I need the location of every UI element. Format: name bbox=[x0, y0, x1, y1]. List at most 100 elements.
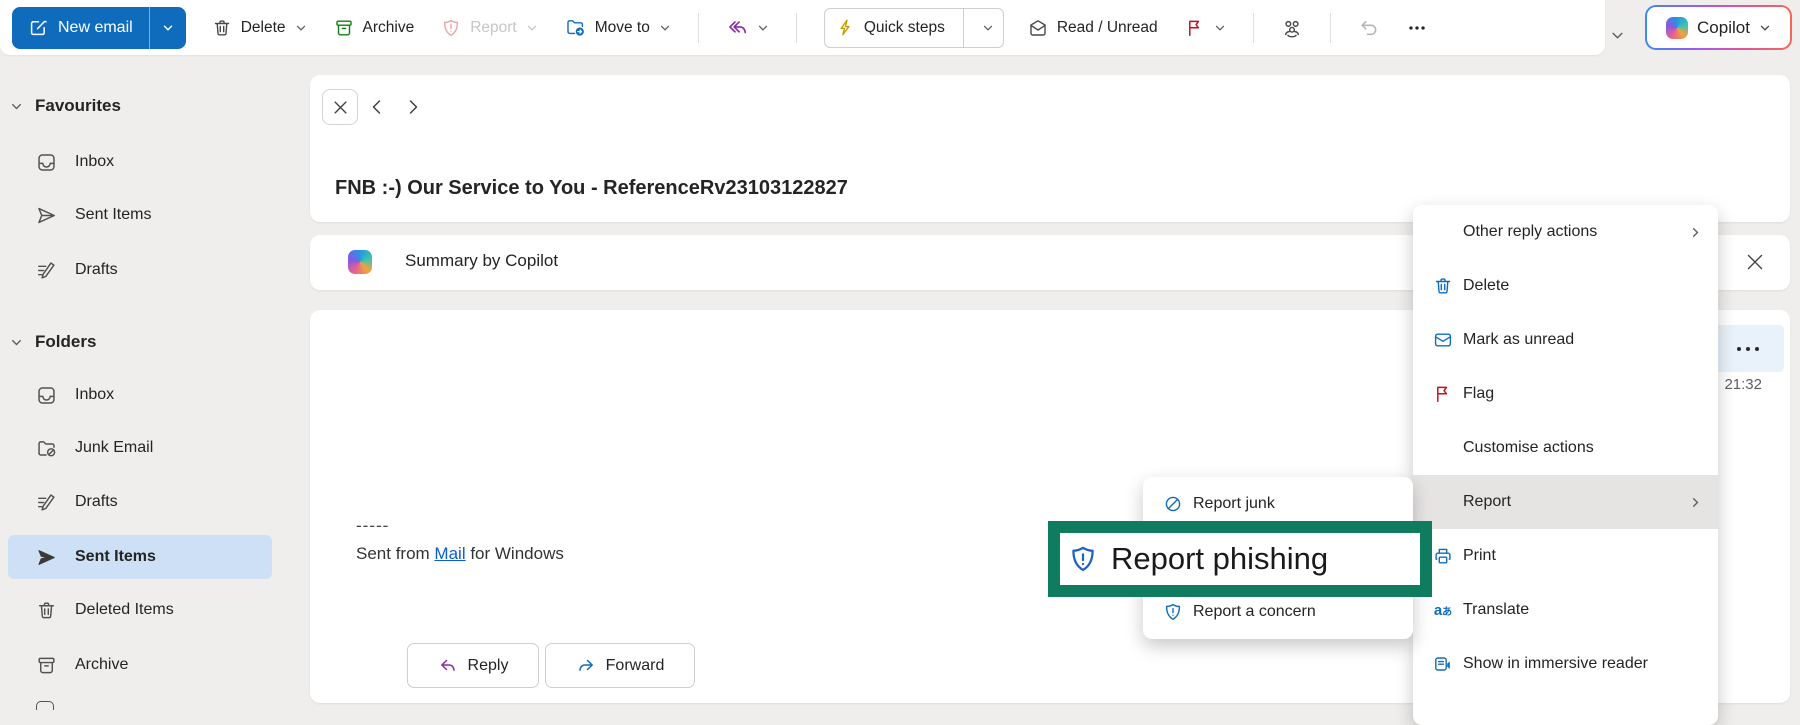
sidebar-item-inbox-fav[interactable]: Inbox bbox=[8, 140, 272, 184]
folders-section-header[interactable]: Folders bbox=[0, 320, 272, 364]
trash-icon bbox=[36, 600, 58, 621]
message-header-card: FNB :-) Our Service to You - ReferenceRv… bbox=[310, 75, 1790, 222]
toolbar-separator bbox=[1253, 13, 1254, 43]
next-message-button[interactable] bbox=[404, 97, 422, 117]
favourites-section-header[interactable]: Favourites bbox=[0, 84, 272, 128]
command-toolbar: New email Delete Archive Report Move to bbox=[0, 0, 1605, 55]
send-icon-filled bbox=[36, 547, 58, 568]
send-icon bbox=[36, 205, 58, 226]
quick-steps-label: Quick steps bbox=[864, 19, 945, 37]
report-label: Report bbox=[470, 19, 517, 37]
inbox-icon bbox=[36, 385, 58, 406]
mail-link[interactable]: Mail bbox=[434, 544, 465, 563]
forward-icon bbox=[576, 656, 596, 676]
archive-icon bbox=[36, 655, 58, 676]
reply-button[interactable]: Reply bbox=[407, 643, 539, 688]
flag-icon bbox=[1185, 18, 1205, 38]
menu-item-customise-actions[interactable]: Customise actions bbox=[1413, 421, 1718, 475]
sidebar-item-junk-email[interactable]: Junk Email bbox=[8, 426, 272, 470]
lightning-icon bbox=[836, 18, 855, 37]
close-icon bbox=[1744, 250, 1766, 274]
sidebar-item-deleted-items[interactable]: Deleted Items bbox=[8, 588, 272, 632]
move-to-label: Move to bbox=[595, 19, 650, 37]
shield-error-icon bbox=[1068, 542, 1098, 576]
menu-item-flag[interactable]: Flag bbox=[1413, 367, 1718, 421]
sidebar-item-drafts[interactable]: Drafts bbox=[8, 480, 272, 524]
junk-folder-icon bbox=[36, 438, 58, 459]
chevron-right-icon bbox=[404, 97, 422, 117]
ellipsis-icon bbox=[1406, 17, 1428, 39]
chevron-down-icon bbox=[526, 22, 538, 34]
new-email-button[interactable]: New email bbox=[12, 7, 186, 49]
chevron-down-icon bbox=[982, 22, 994, 34]
message-more-actions-button[interactable] bbox=[1712, 325, 1784, 372]
chevron-down-icon bbox=[757, 22, 769, 34]
report-phishing-annotation[interactable]: Report phishing bbox=[1048, 521, 1432, 597]
archive-button[interactable]: Archive bbox=[334, 18, 415, 38]
sidebar-item-drafts-fav[interactable]: Drafts bbox=[8, 248, 272, 292]
inbox-icon bbox=[36, 152, 58, 173]
copilot-button[interactable]: Copilot bbox=[1645, 5, 1792, 50]
chevron-right-icon bbox=[1689, 226, 1702, 239]
sidebar-item-archive[interactable]: Archive bbox=[8, 643, 272, 687]
dismiss-summary-button[interactable] bbox=[1744, 250, 1766, 274]
close-icon bbox=[333, 100, 348, 115]
menu-item-delete[interactable]: Delete bbox=[1413, 259, 1718, 313]
favourites-header-label: Favourites bbox=[35, 96, 121, 116]
summary-by-copilot-label: Summary by Copilot bbox=[405, 251, 558, 271]
menu-item-immersive-reader[interactable]: Show in immersive reader bbox=[1413, 637, 1718, 691]
quick-steps-button[interactable]: Quick steps bbox=[824, 8, 1004, 48]
toolbar-separator bbox=[1330, 13, 1331, 43]
copilot-icon bbox=[348, 250, 372, 274]
message-timestamp: 21:32 bbox=[1724, 376, 1762, 393]
toolbar-separator bbox=[796, 13, 797, 43]
quick-steps-dropdown[interactable] bbox=[973, 22, 1003, 34]
delete-button[interactable]: Delete bbox=[212, 18, 307, 38]
trash-icon bbox=[212, 18, 232, 38]
chevron-down-icon bbox=[295, 22, 307, 34]
collapse-ribbon-chevron[interactable] bbox=[1610, 28, 1625, 43]
reply-all-icon bbox=[726, 17, 748, 39]
forward-button[interactable]: Forward bbox=[545, 643, 695, 688]
chevron-left-icon bbox=[368, 97, 386, 117]
archive-label: Archive bbox=[363, 19, 415, 37]
flag-icon bbox=[1431, 384, 1455, 404]
menu-item-print[interactable]: Print bbox=[1413, 529, 1718, 583]
folder-move-icon bbox=[565, 17, 586, 38]
new-email-dropdown[interactable] bbox=[149, 7, 186, 49]
printer-icon bbox=[1431, 546, 1455, 566]
drafts-icon bbox=[36, 492, 58, 513]
sidebar-item-inbox[interactable]: Inbox bbox=[8, 373, 272, 417]
chevron-down-icon bbox=[1759, 22, 1771, 34]
more-commands-button[interactable] bbox=[1406, 17, 1428, 39]
menu-item-report[interactable]: Report bbox=[1413, 475, 1718, 529]
read-unread-label: Read / Unread bbox=[1057, 19, 1158, 37]
groups-button[interactable] bbox=[1281, 17, 1303, 39]
email-subject: FNB :-) Our Service to You - ReferenceRv… bbox=[335, 177, 848, 200]
sidebar-item-sent-items-selected[interactable]: Sent Items bbox=[8, 535, 272, 579]
chevron-right-icon bbox=[1689, 496, 1702, 509]
previous-message-button[interactable] bbox=[368, 97, 386, 117]
menu-item-other-reply-actions[interactable]: Other reply actions bbox=[1413, 205, 1718, 259]
copilot-label: Copilot bbox=[1697, 18, 1750, 38]
trash-icon bbox=[1431, 276, 1455, 296]
sidebar-item-sent-fav[interactable]: Sent Items bbox=[8, 193, 272, 237]
chevron-down-icon bbox=[1214, 22, 1226, 34]
close-message-button[interactable] bbox=[322, 89, 358, 125]
reply-label: Reply bbox=[468, 657, 509, 675]
forward-label: Forward bbox=[606, 657, 665, 675]
message-context-menu: Other reply actions Delete Mark as unrea… bbox=[1413, 205, 1718, 725]
reply-icon bbox=[438, 656, 458, 676]
compose-icon bbox=[28, 18, 48, 38]
menu-item-mark-as-unread[interactable]: Mark as unread bbox=[1413, 313, 1718, 367]
prohibited-icon bbox=[1161, 494, 1185, 514]
menu-item-translate[interactable]: aあ Translate bbox=[1413, 583, 1718, 637]
move-to-button[interactable]: Move to bbox=[565, 17, 671, 38]
chevron-down-icon bbox=[10, 336, 23, 349]
read-unread-button[interactable]: Read / Unread bbox=[1028, 18, 1158, 38]
reply-all-button[interactable] bbox=[726, 17, 769, 39]
signature-divider: ----- bbox=[356, 516, 389, 536]
shield-error-icon bbox=[1161, 602, 1185, 622]
flag-button[interactable] bbox=[1185, 18, 1226, 38]
chevron-down-icon bbox=[10, 100, 23, 113]
